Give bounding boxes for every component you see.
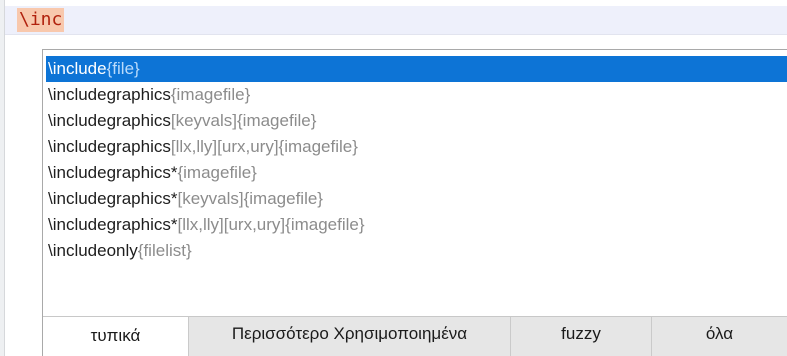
completion-item[interactable]: \includegraphics[llx,lly][urx,ury]{image… — [46, 134, 787, 160]
completion-list: \include{file} \includegraphics{imagefil… — [46, 56, 787, 264]
completion-command: \include — [48, 59, 107, 78]
completion-item[interactable]: \includegraphics*{imagefile} — [46, 160, 787, 186]
typed-command-text[interactable]: \inc — [17, 8, 65, 32]
completion-command: \includegraphics* — [48, 163, 178, 182]
tab-most-used[interactable]: Περισσότερο Χρησιμοποιημένα — [189, 317, 511, 356]
tab-all[interactable]: όλα — [652, 317, 787, 356]
completion-command: \includeonly — [48, 241, 138, 260]
tab-fuzzy[interactable]: fuzzy — [511, 317, 652, 356]
completion-args: {file} — [106, 59, 140, 78]
completion-item[interactable]: \includegraphics[keyvals]{imagefile} — [46, 108, 787, 134]
completion-args: [keyvals]{imagefile} — [170, 111, 317, 130]
completion-filter-tabs: τυπικά Περισσότερο Χρησιμοποιημένα fuzzy… — [43, 316, 787, 356]
completion-command: \includegraphics* — [48, 215, 178, 234]
autocomplete-popup: \include{file} \includegraphics{imagefil… — [42, 49, 787, 356]
completion-args: {imagefile} — [177, 163, 257, 182]
completion-args: [llx,lly][urx,ury]{imagefile} — [177, 215, 365, 234]
completion-item[interactable]: \includegraphics{imagefile} — [46, 82, 787, 108]
completion-args: {filelist} — [137, 241, 192, 260]
completion-args: [llx,lly][urx,ury]{imagefile} — [170, 137, 358, 156]
completion-item[interactable]: \includegraphics*[keyvals]{imagefile} — [46, 186, 787, 212]
gutter-divider — [4, 0, 5, 356]
editor-current-line[interactable]: \inc — [5, 6, 787, 35]
completion-item[interactable]: \include{file} — [46, 56, 787, 82]
completion-item[interactable]: \includegraphics*[llx,lly][urx,ury]{imag… — [46, 212, 787, 238]
completion-args: [keyvals]{imagefile} — [177, 189, 323, 208]
completion-item[interactable]: \includeonly{filelist} — [46, 238, 787, 264]
tab-standard[interactable]: τυπικά — [43, 317, 189, 356]
completion-command: \includegraphics — [48, 137, 171, 156]
completion-args: {imagefile} — [170, 85, 251, 104]
completion-command: \includegraphics* — [48, 189, 178, 208]
completion-command: \includegraphics — [48, 111, 171, 130]
completion-command: \includegraphics — [48, 85, 171, 104]
